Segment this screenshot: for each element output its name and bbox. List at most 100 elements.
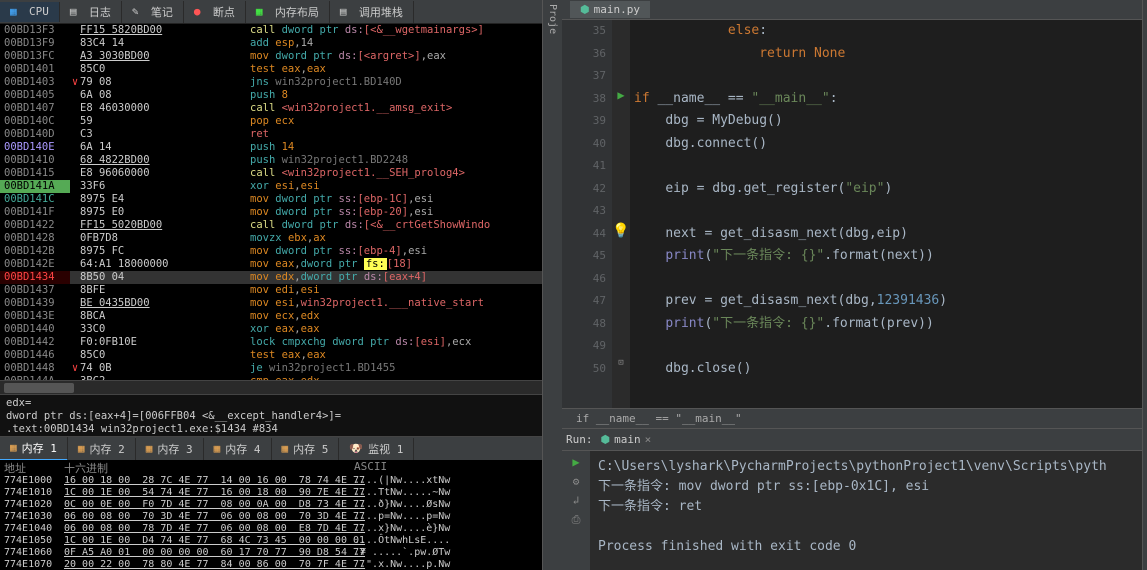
code-editor: 35363738394041424344454647484950 ▶ 💡 ⊡ els… [562,20,1142,408]
tab-内存布局[interactable]: ▦内存布局 [246,1,330,23]
disasm-row[interactable]: 00BD14056A 08push 8 [0,89,542,102]
disasm-row[interactable]: 00BD1403∨79 08jns win32project1.BD140D [0,76,542,89]
fold-icon[interactable]: ⊡ [618,358,623,368]
disasm-row[interactable]: 00BD14348B50 04mov edx,dword ptr ds:[eax… [0,271,542,284]
memory-icon: ▦ [10,441,17,454]
info-pane: edx=dword ptr ds:[eax+4]=[006FFB04 <&__e… [0,394,542,436]
disasm-row[interactable]: 00BD13F3FF15 5820BD00call dword ptr ds:[… [0,24,542,37]
mem-tab-1[interactable]: ▦内存 2 [68,438,136,460]
hex-row[interactable]: 774E10200C 00 0E 00 F0 7D 4E 77 08 00 0A… [0,499,542,511]
code-line-41[interactable] [630,155,1142,178]
disasm-row[interactable]: 00BD140DC3ret [0,128,542,141]
hex-row[interactable]: 774E103006 00 08 00 70 3D 4E 77 06 00 08… [0,511,542,523]
code-line-47[interactable]: prev = get_disasm_next(dbg,12391436) [630,290,1142,313]
disasm-row[interactable]: 00BD140185C0test eax,eax [0,63,542,76]
hex-row[interactable]: 774E10501C 00 1E 00 D4 74 4E 77 68 4C 73… [0,535,542,547]
cpu-icon: ▦ [10,5,24,19]
code-line-44[interactable]: next = get_disasm_next(dbg,eip) [630,223,1142,246]
line-gutter: 35363738394041424344454647484950 [562,20,612,408]
hex-row[interactable]: 774E100016 00 18 00 28 7C 4E 77 14 00 16… [0,475,542,487]
disasm-row[interactable]: 00BD1407E8 46030000call <win32project1._… [0,102,542,115]
mem-tab-0[interactable]: ▦内存 1 [0,437,68,461]
disasm-row[interactable]: 00BD14280FB7D8movzx ebx,ax [0,232,542,245]
hex-row[interactable]: 774E10101C 00 1E 00 54 74 4E 77 16 00 18… [0,487,542,499]
code-line-45[interactable]: print("下一条指令: {}".format(next)) [630,245,1142,268]
tab-CPU[interactable]: ▦CPU [0,2,60,22]
print-icon[interactable]: ⎙ [572,513,581,527]
disasm-row[interactable]: 00BD144685C0test eax,eax [0,349,542,362]
disasm-row[interactable]: 00BD144033C0xor eax,eax [0,323,542,336]
tab-笔记[interactable]: ✎笔记 [122,1,184,23]
hex-view: 地址十六进制ASCII 774E100016 00 18 00 28 7C 4E… [0,460,542,570]
stack-icon: ▤ [340,5,354,19]
close-icon[interactable]: × [645,433,652,446]
breadcrumb-bar: if __name__ == "__main__" [562,408,1142,428]
run-output: C:\Users\lyshark\PycharmProjects\pythonP… [590,451,1142,570]
code-line-40[interactable]: dbg.connect() [630,133,1142,156]
disassembly-view: 00BD13F3FF15 5820BD00call dword ptr ds:[… [0,24,542,380]
disasm-row[interactable]: 00BD13F983C4 14add esp,14 [0,37,542,50]
tab-调用堆栈[interactable]: ▤调用堆栈 [330,1,414,23]
tab-断点[interactable]: ●断点 [184,1,246,23]
disasm-row[interactable]: 00BD141068 4822BD00push win32project1.BD… [0,154,542,167]
hex-row[interactable]: 774E104006 00 08 00 78 7D 4E 77 06 00 08… [0,523,542,535]
code-line-35[interactable]: else: [630,20,1142,43]
run-gutter-icon[interactable]: ▶ [617,88,624,102]
code-line-49[interactable] [630,335,1142,358]
side-strip-left: Proje [542,0,562,570]
memory-icon: ▦ [146,442,153,455]
disasm-row[interactable]: 00BD1422FF15 5020BD00call dword ptr ds:[… [0,219,542,232]
code-line-50[interactable]: dbg.close() [630,358,1142,381]
bp-icon: ● [194,5,208,19]
memory-icon: ▦ [214,442,221,455]
side-strip-right [1142,0,1147,570]
code-line-42[interactable]: eip = dbg.get_register("eip") [630,178,1142,201]
memory-icon: ▦ [282,442,289,455]
run-tab-bar: Run: ⬢ main × [562,428,1142,450]
disasm-row[interactable]: 00BD141C8975 E4mov dword ptr ss:[ebp-1C]… [0,193,542,206]
code-line-39[interactable]: dbg = MyDebug() [630,110,1142,133]
disasm-row[interactable]: 00BD1448∨74 0Bje win32project1.BD1455 [0,362,542,375]
code-line-46[interactable] [630,268,1142,291]
bulb-icon[interactable]: 💡 [612,223,629,239]
run-config-tab[interactable]: main [614,433,641,446]
debugger-toolbar: ▦CPU▤日志✎笔记●断点▦内存布局▤调用堆栈 [0,0,542,24]
disasm-row[interactable]: 00BD142E64:A1 18000000mov eax,dword ptr … [0,258,542,271]
disasm-row[interactable]: 00BD1439BE 0435BD00mov esi,win32project1… [0,297,542,310]
disasm-row[interactable]: 00BD141A33F6xor esi,esi [0,180,542,193]
hex-row[interactable]: 774E107020 00 22 00 78 80 4E 77 84 00 86… [0,559,542,570]
disasm-row[interactable]: 00BD143E8BCAmov ecx,edx [0,310,542,323]
file-tab-main[interactable]: ⬢ main.py [570,1,650,18]
fold-column: ▶ 💡 ⊡ [612,20,630,408]
run-button[interactable]: ▶ [572,455,579,469]
disasm-row[interactable]: 00BD140E6A 14push 14 [0,141,542,154]
code-line-38[interactable]: if __name__ == "__main__": [630,88,1142,111]
mem-tab-2[interactable]: ▦内存 3 [136,438,204,460]
disasm-row[interactable]: 00BD13FCA3 3030BD00mov dword ptr ds:[<ar… [0,50,542,63]
disasm-row[interactable]: 00BD1415E8 96060000call <win32project1._… [0,167,542,180]
mem-tab-4[interactable]: ▦内存 5 [272,438,340,460]
disasm-row[interactable]: 00BD141F8975 E0mov dword ptr ss:[ebp-20]… [0,206,542,219]
scrollbar-horizontal[interactable] [0,380,542,394]
python-icon: ⬢ [580,3,590,16]
disasm-row[interactable]: 00BD142B8975 FCmov dword ptr ss:[ebp-4],… [0,245,542,258]
code-body[interactable]: else: return None if __name__ == "__main… [630,20,1142,408]
code-line-43[interactable] [630,200,1142,223]
code-line-37[interactable] [630,65,1142,88]
log-icon: ▤ [70,5,84,19]
editor-tabs: ⬢ main.py [562,0,1142,20]
python-icon: ⬢ [601,433,611,446]
mem-icon: ▦ [256,5,270,19]
wrap-icon[interactable]: ↲ [573,494,580,507]
project-tool-button[interactable]: Proje [547,4,558,34]
disasm-row[interactable]: 00BD1442F0:0FB10Elock cmpxchg dword ptr … [0,336,542,349]
disasm-row[interactable]: 00BD140C59pop ecx [0,115,542,128]
code-line-48[interactable]: print("下一条指令: {}".format(prev)) [630,313,1142,336]
settings-icon[interactable]: ⚙ [573,475,580,488]
mem-tab-3[interactable]: ▦内存 4 [204,438,272,460]
code-line-36[interactable]: return None [630,43,1142,66]
hex-row[interactable]: 774E10600F A5 A0 01 00 00 00 00 60 17 70… [0,547,542,559]
disasm-row[interactable]: 00BD14378BFEmov edi,esi [0,284,542,297]
tab-日志[interactable]: ▤日志 [60,1,122,23]
mem-tab-5[interactable]: 🐶监视 1 [339,438,414,460]
